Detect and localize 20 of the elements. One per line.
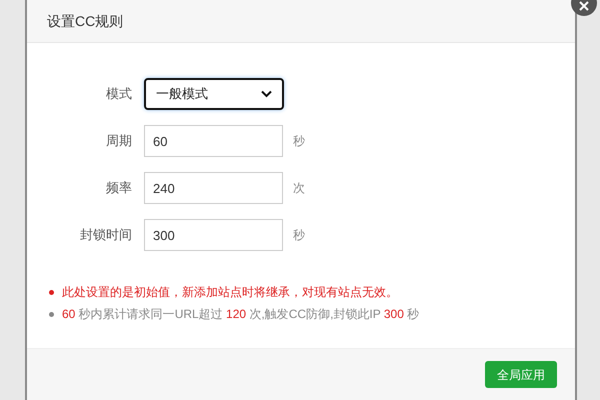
field-label: 频率 bbox=[105, 179, 133, 198]
value-text: 60 bbox=[62, 306, 76, 323]
note-text: 次,触发CC防御,封锁此IP bbox=[248, 306, 382, 323]
note-text: 此处设置的是初始值，新添加站点时将继承，对现有站点无效。 bbox=[62, 284, 398, 301]
chevron-down-icon bbox=[261, 90, 272, 98]
unit-label: 秒 bbox=[293, 227, 305, 244]
input-field[interactable]: 300 bbox=[144, 219, 283, 251]
note-text: 秒内累计请求同一URL超过 bbox=[78, 306, 224, 323]
input-field[interactable]: 60 bbox=[144, 125, 283, 157]
mode-select[interactable]: 一般模式 bbox=[144, 78, 284, 110]
note-text: 秒 bbox=[406, 306, 420, 323]
dialog-title: 设置CC规则 bbox=[47, 12, 124, 30]
input-field[interactable]: 240 bbox=[144, 172, 283, 204]
field-label: 模式 bbox=[105, 85, 133, 104]
value-text: 120 bbox=[226, 306, 246, 323]
value-text: 300 bbox=[384, 306, 404, 323]
unit-label: 次 bbox=[293, 180, 305, 197]
field-label: 封锁时间 bbox=[79, 226, 133, 244]
unit-label: 秒 bbox=[293, 133, 305, 150]
field-label: 周期 bbox=[105, 132, 133, 150]
